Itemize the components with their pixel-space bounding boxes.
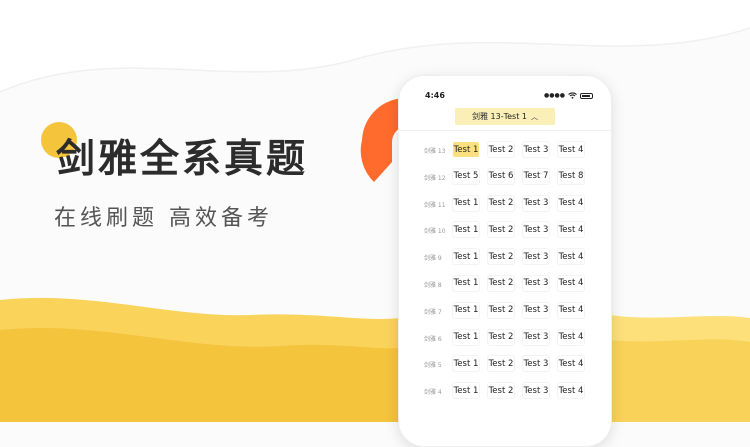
row-label: 剑雅 5 bbox=[424, 362, 442, 370]
test-button[interactable]: Test 8 bbox=[558, 168, 584, 184]
test-button[interactable]: Test 4 bbox=[558, 302, 584, 318]
headline: 剑雅全系真题 bbox=[56, 137, 309, 182]
test-row: 剑雅 10 Test 1 Test 2 Test 3 Test 4 bbox=[399, 222, 611, 249]
phone-mockup: 4:46 ●●●● 剑雅 13-Test 1 ︿ 剑雅 13 Test 1 Test… bbox=[398, 75, 612, 447]
test-row: 剑雅 7 Test 1 Test 2 Test 3 Test 4 bbox=[399, 302, 611, 330]
test-button[interactable]: Test 4 bbox=[558, 195, 584, 211]
test-button[interactable]: Test 3 bbox=[523, 356, 549, 372]
test-button[interactable]: Test 3 bbox=[523, 195, 549, 211]
row-label: 剑雅 12 bbox=[424, 174, 446, 182]
test-button[interactable]: Test 6 bbox=[488, 168, 514, 184]
test-button[interactable]: Test 1 bbox=[453, 142, 479, 157]
test-button[interactable]: Test 3 bbox=[523, 383, 549, 399]
test-button[interactable]: Test 1 bbox=[453, 249, 479, 265]
test-row: 剑雅 9 Test 1 Test 2 Test 3 Test 4 bbox=[399, 249, 611, 276]
test-button[interactable]: Test 1 bbox=[453, 356, 479, 372]
test-button[interactable]: Test 1 bbox=[453, 302, 479, 318]
test-row: 剑雅 4 Test 1 Test 2 Test 3 Test 4 bbox=[399, 383, 611, 410]
test-button[interactable]: Test 4 bbox=[558, 275, 584, 291]
test-row: 剑雅 11 Test 1 Test 2 Test 3 Test 4 bbox=[399, 195, 611, 223]
selector-bar: 剑雅 13-Test 1 ︿ bbox=[399, 108, 611, 131]
subline: 在线刷题 高效备考 bbox=[54, 206, 273, 231]
test-button[interactable]: Test 3 bbox=[523, 222, 549, 238]
test-button[interactable]: Test 4 bbox=[558, 142, 584, 157]
row-label: 剑雅 8 bbox=[424, 281, 442, 289]
test-button[interactable]: Test 2 bbox=[488, 275, 514, 291]
status-bar: 4:46 ●●●● bbox=[399, 90, 611, 104]
row-label: 剑雅 4 bbox=[424, 389, 442, 397]
test-selector-dropdown[interactable]: 剑雅 13-Test 1 ︿ bbox=[455, 108, 555, 125]
chevron-up-icon: ︿ bbox=[531, 112, 538, 121]
test-button[interactable]: Test 2 bbox=[488, 222, 514, 238]
test-button[interactable]: Test 2 bbox=[488, 142, 514, 157]
wifi-icon bbox=[568, 92, 577, 99]
test-button[interactable]: Test 3 bbox=[523, 329, 549, 345]
test-button[interactable]: Test 4 bbox=[558, 222, 584, 238]
test-row: 剑雅 13 Test 1 Test 2 Test 3 Test 4 bbox=[399, 142, 611, 169]
test-button[interactable]: Test 1 bbox=[453, 275, 479, 291]
test-button[interactable]: Test 2 bbox=[488, 249, 514, 265]
test-button[interactable]: Test 1 bbox=[453, 222, 479, 238]
test-row: 剑雅 5 Test 1 Test 2 Test 3 Test 4 bbox=[399, 356, 611, 383]
test-button[interactable]: Test 3 bbox=[523, 249, 549, 265]
battery-icon bbox=[580, 92, 593, 99]
test-button[interactable]: Test 3 bbox=[523, 142, 549, 157]
test-button[interactable]: Test 1 bbox=[453, 329, 479, 345]
row-label: 剑雅 9 bbox=[424, 255, 442, 263]
test-button[interactable]: Test 1 bbox=[453, 383, 479, 399]
test-button[interactable]: Test 4 bbox=[558, 356, 584, 372]
row-label: 剑雅 10 bbox=[424, 228, 446, 236]
test-button[interactable]: Test 2 bbox=[488, 383, 514, 399]
test-row: 剑雅 6 Test 1 Test 2 Test 3 Test 4 bbox=[399, 329, 611, 357]
selector-label: 剑雅 13-Test 1 bbox=[472, 112, 527, 121]
row-label: 剑雅 7 bbox=[424, 308, 442, 316]
row-label: 剑雅 6 bbox=[424, 335, 442, 343]
test-button[interactable]: Test 4 bbox=[558, 383, 584, 399]
test-button[interactable]: Test 2 bbox=[488, 195, 514, 211]
test-row: 剑雅 8 Test 1 Test 2 Test 3 Test 4 bbox=[399, 275, 611, 303]
test-button[interactable]: Test 3 bbox=[523, 275, 549, 291]
test-button[interactable]: Test 2 bbox=[488, 302, 514, 318]
status-time: 4:46 bbox=[425, 91, 445, 100]
row-label: 剑雅 11 bbox=[424, 201, 446, 209]
test-button[interactable]: Test 2 bbox=[488, 356, 514, 372]
test-button[interactable]: Test 2 bbox=[488, 329, 514, 345]
test-button[interactable]: Test 4 bbox=[558, 329, 584, 345]
signal-icon: ●●●● bbox=[544, 92, 565, 99]
test-row: 剑雅 12 Test 5 Test 6 Test 7 Test 8 bbox=[399, 168, 611, 196]
test-button[interactable]: Test 4 bbox=[558, 249, 584, 265]
test-button[interactable]: Test 7 bbox=[523, 168, 549, 184]
test-button[interactable]: Test 3 bbox=[523, 302, 549, 318]
row-label: 剑雅 13 bbox=[424, 148, 446, 155]
test-grid: 剑雅 13 Test 1 Test 2 Test 3 Test 4 剑雅 12 Test 5… bbox=[399, 142, 611, 410]
test-button[interactable]: Test 1 bbox=[453, 195, 479, 211]
test-button[interactable]: Test 5 bbox=[453, 168, 479, 184]
